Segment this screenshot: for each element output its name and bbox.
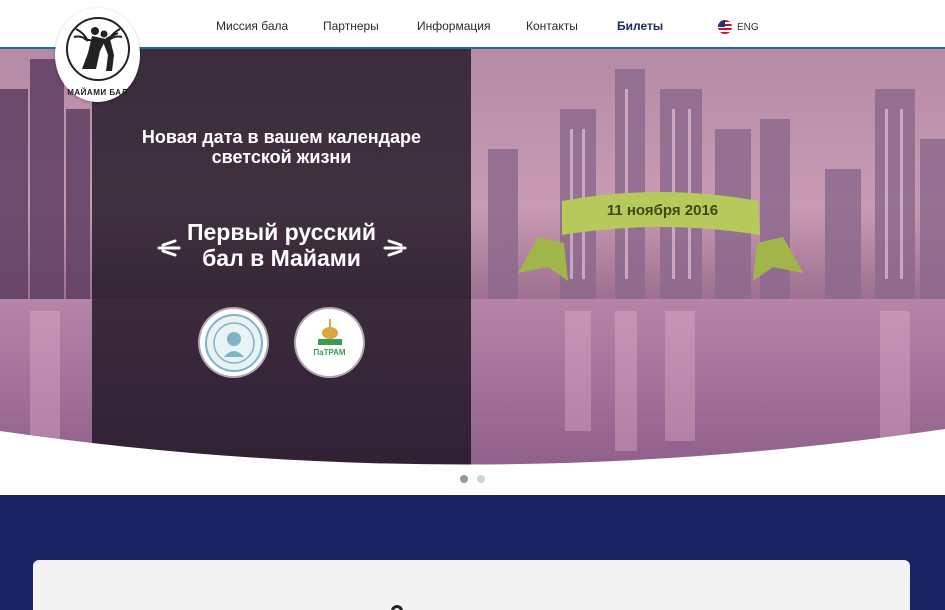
tagline-line-1: Новая дата в вашем календаре <box>141 127 422 147</box>
tagline-line-2: светской жизни <box>211 147 352 167</box>
site-header: Миссия бала Партнеры Информация Контакты… <box>0 0 945 49</box>
card-heading-fragment <box>391 605 403 610</box>
hero-bottom-wave <box>0 429 945 495</box>
nav-partners[interactable]: Партнеры <box>323 19 379 33</box>
slider-dots <box>0 475 945 483</box>
nav-contacts[interactable]: Контакты <box>526 19 578 33</box>
hero-headline: Первый русский бал в Майами <box>92 219 471 271</box>
us-flag-icon <box>718 20 732 34</box>
nav-tickets[interactable]: Билеты <box>617 19 663 33</box>
language-switch[interactable]: ENG <box>718 20 759 34</box>
slider-dot-2[interactable] <box>477 475 485 483</box>
church-dome-icon <box>317 318 342 345</box>
dancers-logo-icon <box>65 17 130 81</box>
hero-slider: Новая дата в вашем календаре светской жи… <box>0 49 945 495</box>
partner-badge-left[interactable] <box>200 309 267 376</box>
nav-mission[interactable]: Миссия бала <box>216 19 288 33</box>
partner-badge-right-label: ПаТРАМ <box>313 348 346 357</box>
site-logo[interactable]: МАЙАМИ БАЛ <box>55 8 140 102</box>
headline-line-1: Первый русский <box>186 219 377 245</box>
slider-dot-1[interactable] <box>460 475 468 483</box>
mission-section <box>0 495 945 610</box>
logo-text: МАЙАМИ БАЛ <box>67 88 128 97</box>
content-card <box>33 560 910 610</box>
headline-line-2: бал в Майами <box>202 245 361 271</box>
sparkle-right-icon <box>383 239 407 257</box>
seal-icon <box>204 313 263 372</box>
hero-tagline: Новая дата в вашем календаре светской жи… <box>92 127 471 167</box>
event-date: 11 ноября 2016 <box>606 202 719 219</box>
partner-badge-right[interactable] <box>296 309 363 376</box>
nav-information[interactable]: Информация <box>417 19 490 33</box>
language-label: ENG <box>737 21 759 33</box>
